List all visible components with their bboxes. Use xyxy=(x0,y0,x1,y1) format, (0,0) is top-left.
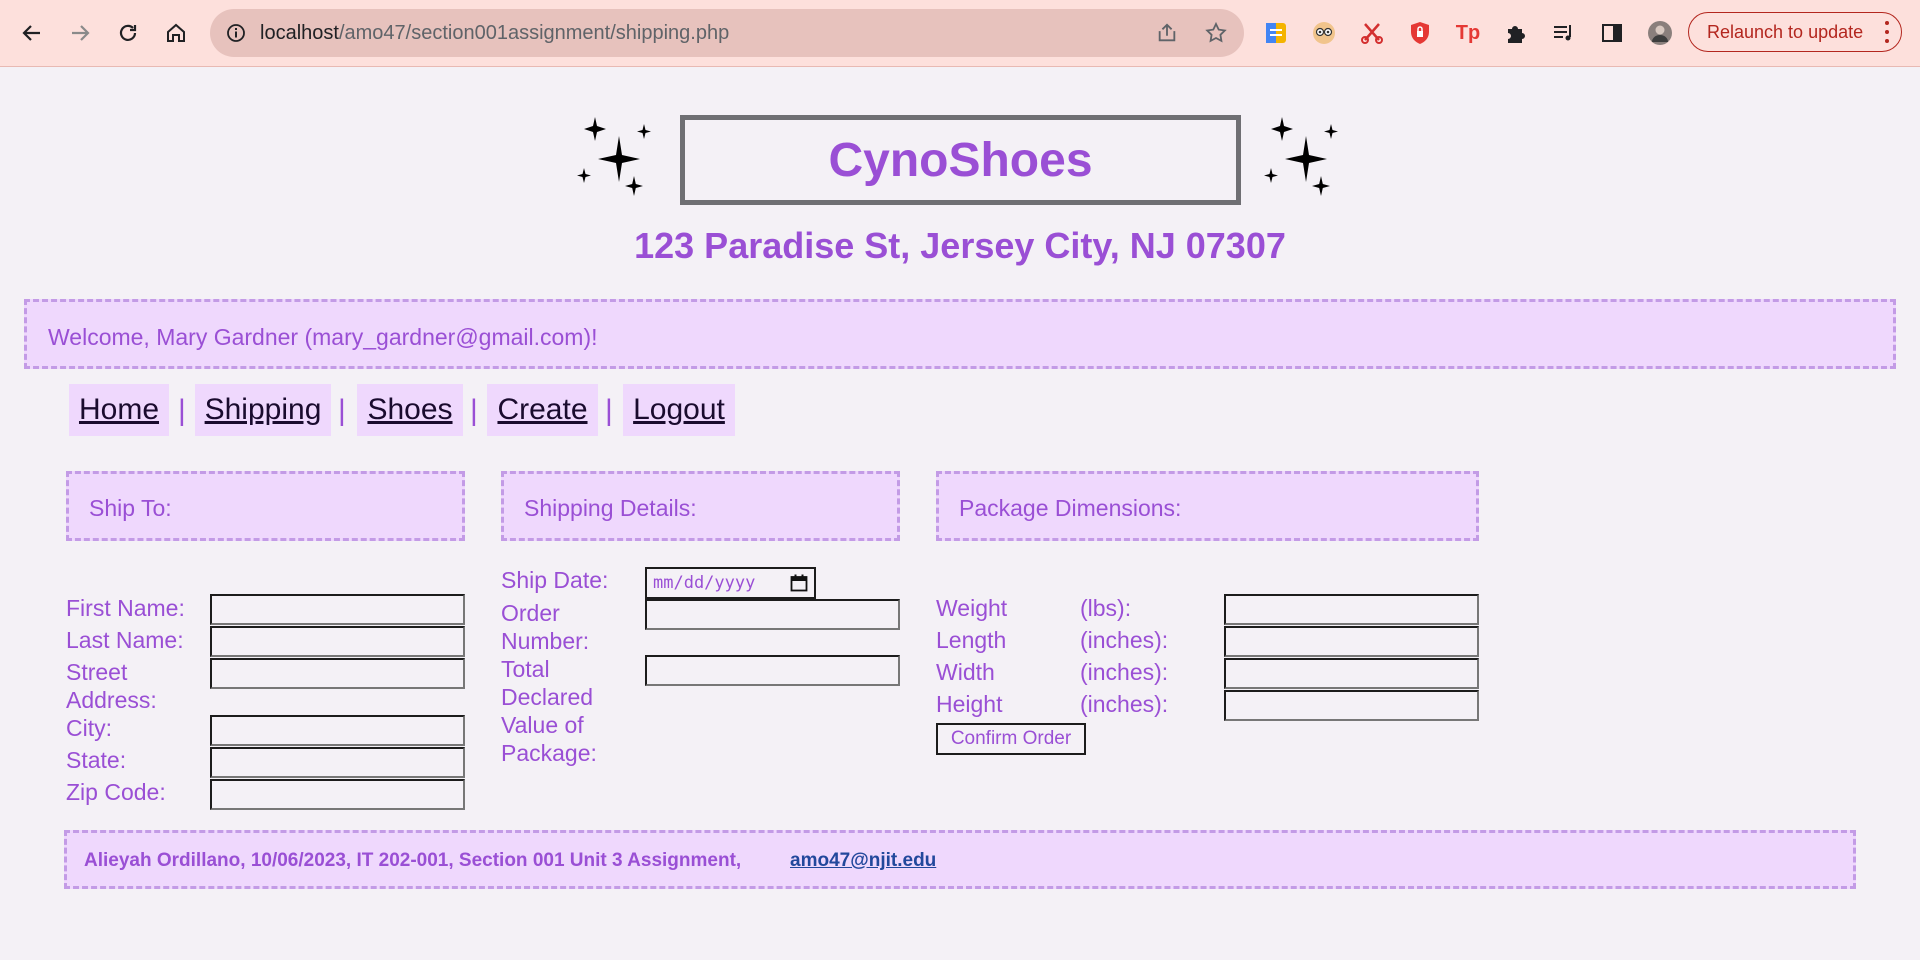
relaunch-label: Relaunch to update xyxy=(1707,21,1864,42)
nav-shipping-link[interactable]: Shipping xyxy=(195,384,331,436)
height-unit-label: (inches): xyxy=(1080,691,1169,717)
notes-extension-icon[interactable] xyxy=(1260,17,1292,49)
ship-to-heading: Ship To: xyxy=(89,495,172,521)
declared-value-label-line2: Declared xyxy=(501,684,594,710)
zip-code-label: Zip Code: xyxy=(66,779,166,805)
zip-code-input[interactable] xyxy=(210,779,465,810)
shipping-details-header: Shipping Details: xyxy=(501,471,900,541)
tp-label: Tp xyxy=(1455,21,1481,44)
store-address: 123 Paradise St, Jersey City, NJ 07307 xyxy=(634,225,1286,266)
length-label: Length xyxy=(936,627,1007,653)
side-panel-icon[interactable] xyxy=(1596,17,1628,49)
nav-create-link[interactable]: Create xyxy=(487,384,598,436)
street-address-input[interactable] xyxy=(210,658,465,689)
city-input[interactable] xyxy=(210,715,465,746)
profile-avatar[interactable] xyxy=(1644,17,1676,49)
last-name-label: Last Name: xyxy=(66,627,184,653)
length-input[interactable] xyxy=(1224,626,1479,657)
declared-value-label: Total xyxy=(501,656,550,682)
nav-separator: | xyxy=(338,394,346,427)
nav-shoes-link[interactable]: Shoes xyxy=(357,384,463,436)
site-title-box: CynoShoes xyxy=(680,115,1241,205)
bookmark-star-icon[interactable] xyxy=(1204,21,1228,45)
declared-value-label-line3: Value of xyxy=(501,712,584,738)
street-address-label-line2: Address: xyxy=(66,687,157,713)
ship-date-label: Ship Date: xyxy=(501,567,609,593)
street-address-label: Street xyxy=(66,659,128,685)
site-info-icon[interactable] xyxy=(226,23,246,43)
welcome-text: Welcome, Mary Gardner (mary_gardner@gmai… xyxy=(48,324,598,350)
height-label: Height xyxy=(936,691,1003,717)
city-label: City: xyxy=(66,715,112,741)
last-name-input[interactable] xyxy=(210,626,465,657)
package-dimensions-heading: Package Dimensions: xyxy=(959,495,1182,521)
back-button[interactable] xyxy=(16,17,48,49)
relaunch-to-update-button[interactable]: Relaunch to update xyxy=(1688,12,1902,52)
home-button[interactable] xyxy=(160,17,192,49)
calendar-icon[interactable] xyxy=(790,574,808,592)
first-name-label: First Name: xyxy=(66,595,185,621)
nav-separator: | xyxy=(178,394,186,427)
weight-label: Weight xyxy=(936,595,1008,621)
nav-home-link[interactable]: Home xyxy=(69,384,169,436)
state-label: State: xyxy=(66,747,127,773)
forward-button[interactable] xyxy=(64,17,96,49)
playlist-icon[interactable] xyxy=(1548,17,1580,49)
ship-date-input[interactable]: mm/dd/yyyy xyxy=(645,567,816,599)
ship-to-header: Ship To: xyxy=(66,471,465,541)
tp-extension-icon[interactable]: Tp xyxy=(1452,17,1484,49)
weight-unit-label: (lbs): xyxy=(1080,595,1132,621)
scissors-extension-icon[interactable] xyxy=(1356,17,1388,49)
declared-value-input[interactable] xyxy=(645,655,900,686)
url-host: localhost xyxy=(260,22,339,44)
url-path: /amo47/section001assignment/shipping.php xyxy=(338,22,730,44)
height-input[interactable] xyxy=(1224,690,1479,721)
nav-logout-link[interactable]: Logout xyxy=(623,384,735,436)
declared-value-label-line4: Package: xyxy=(501,740,597,766)
nav-separator: | xyxy=(605,394,613,427)
footer-credits: Alieyah Ordillano, 10/06/2023, IT 202-00… xyxy=(84,850,742,871)
address-bar[interactable]: localhost/amo47/section001assignment/shi… xyxy=(210,9,1244,57)
width-label: Width xyxy=(936,659,995,685)
sparkle-left-icon xyxy=(577,117,651,196)
order-number-label: Order xyxy=(501,600,560,626)
eyes-extension-icon[interactable] xyxy=(1308,17,1340,49)
footer: Alieyah Ordillano, 10/06/2023, IT 202-00… xyxy=(64,830,1856,889)
width-input[interactable] xyxy=(1224,658,1479,689)
shield-extension-icon[interactable] xyxy=(1404,17,1436,49)
state-input[interactable] xyxy=(210,747,465,778)
browser-toolbar: localhost/amo47/section001assignment/shi… xyxy=(0,0,1920,67)
length-unit-label: (inches): xyxy=(1080,627,1169,653)
width-unit-label: (inches): xyxy=(1080,659,1169,685)
url-text: localhost/amo47/section001assignment/shi… xyxy=(260,22,729,45)
reload-button[interactable] xyxy=(112,17,144,49)
sparkle-right-icon xyxy=(1264,117,1338,196)
welcome-banner: Welcome, Mary Gardner (mary_gardner@gmai… xyxy=(24,299,1896,369)
weight-input[interactable] xyxy=(1224,594,1479,625)
package-dimensions-header: Package Dimensions: xyxy=(936,471,1479,541)
site-title: CynoShoes xyxy=(828,133,1093,187)
order-number-input[interactable] xyxy=(645,599,900,630)
footer-email-link[interactable]: amo47@njit.edu xyxy=(790,850,936,872)
share-icon[interactable] xyxy=(1156,22,1178,44)
nav-separator: | xyxy=(470,394,478,427)
first-name-input[interactable] xyxy=(210,594,465,625)
ship-date-placeholder: mm/dd/yyyy xyxy=(653,573,756,593)
confirm-order-button[interactable]: Confirm Order xyxy=(936,723,1086,755)
shipping-details-heading: Shipping Details: xyxy=(524,495,697,521)
more-options-icon[interactable] xyxy=(1885,21,1889,43)
puzzle-extensions-icon[interactable] xyxy=(1500,17,1532,49)
order-number-label-line2: Number: xyxy=(501,628,590,654)
